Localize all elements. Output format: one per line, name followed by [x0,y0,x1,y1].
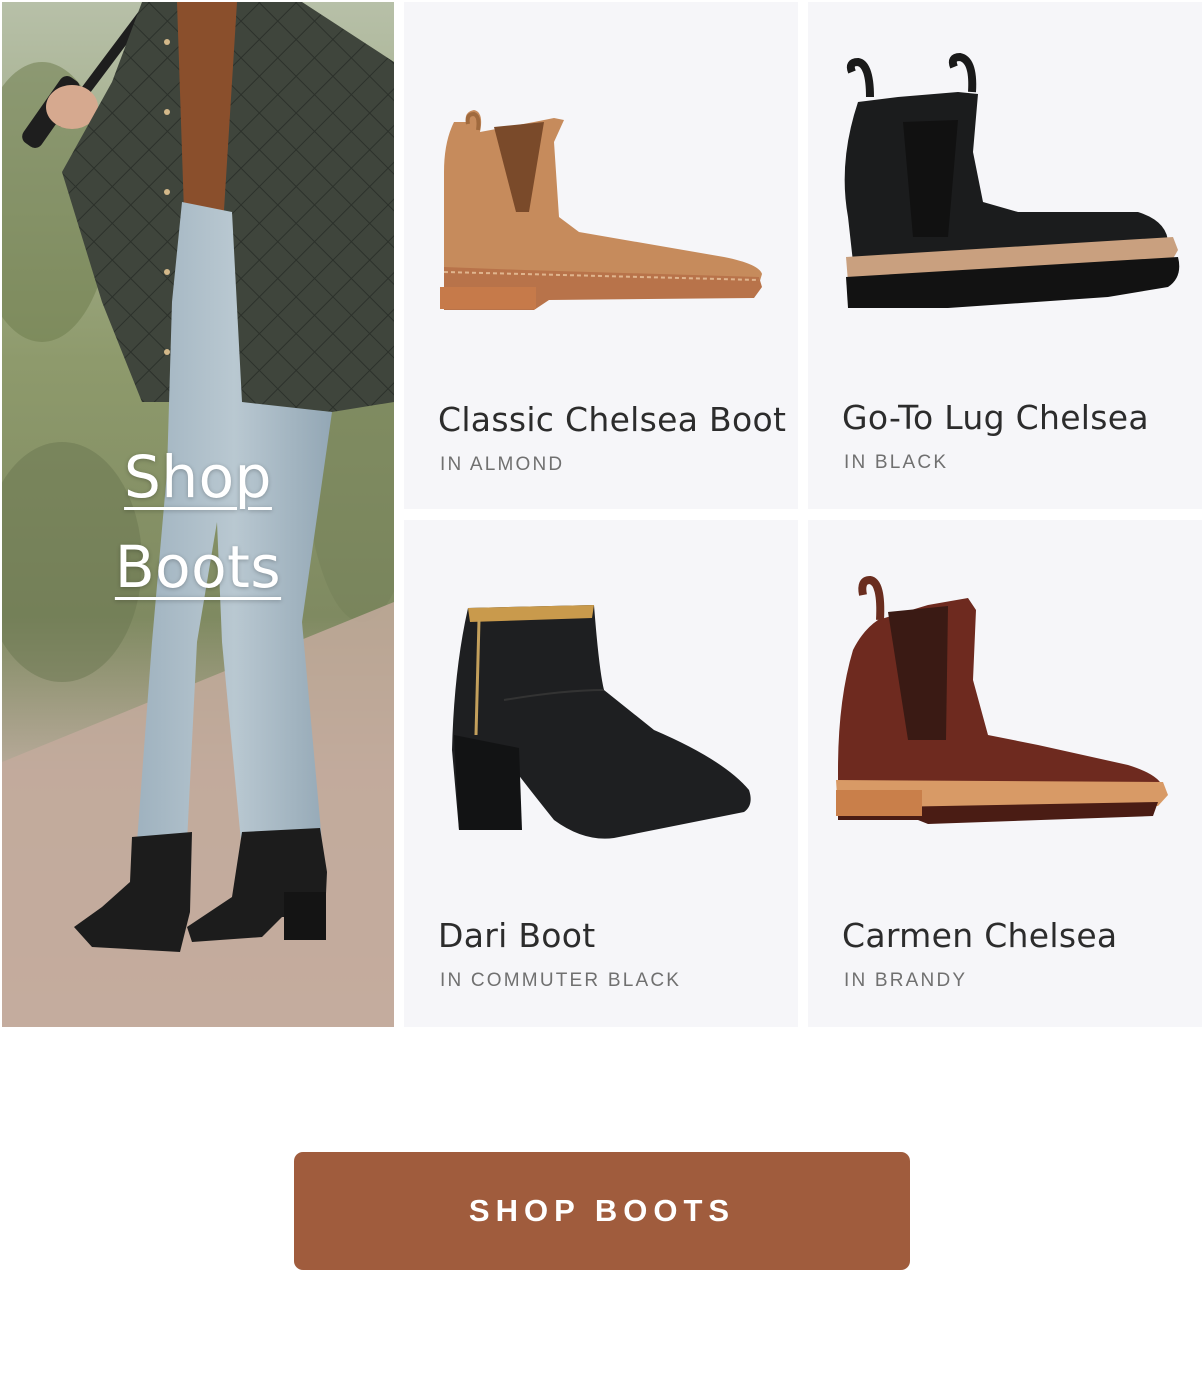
product-card-go-to-lug-chelsea[interactable]: Go-To Lug Chelsea IN BLACK [808,2,1202,509]
product-name[interactable]: Classic Chelsea Boot [438,400,786,439]
hero-heading-line2: Boots [114,533,282,601]
hero-heading-line1: Shop [124,443,272,511]
hero-shop-boots-banner[interactable]: Shop Boots [2,2,394,1027]
brandy-chelsea-boot-image [836,575,1168,824]
shop-boots-button[interactable]: SHOP BOOTS [294,1152,910,1270]
black-heeled-boot-image [452,605,751,839]
hero-heading[interactable]: Shop Boots [2,432,394,612]
product-name[interactable]: Go-To Lug Chelsea [842,398,1149,437]
product-color: IN ALMOND [440,454,565,475]
product-card-carmen-chelsea[interactable]: Carmen Chelsea IN BRANDY [808,520,1202,1027]
product-card-classic-chelsea-boot[interactable]: Classic Chelsea Boot IN ALMOND [404,2,798,509]
product-name[interactable]: Dari Boot [438,916,596,955]
almond-chelsea-boot-image [440,110,762,310]
product-name[interactable]: Carmen Chelsea [842,916,1117,955]
black-lug-chelsea-image [844,52,1180,308]
product-color: IN BRANDY [844,970,968,991]
product-color: IN COMMUTER BLACK [440,970,682,991]
product-color: IN BLACK [844,452,949,473]
product-card-dari-boot[interactable]: Dari Boot IN COMMUTER BLACK [404,520,798,1027]
